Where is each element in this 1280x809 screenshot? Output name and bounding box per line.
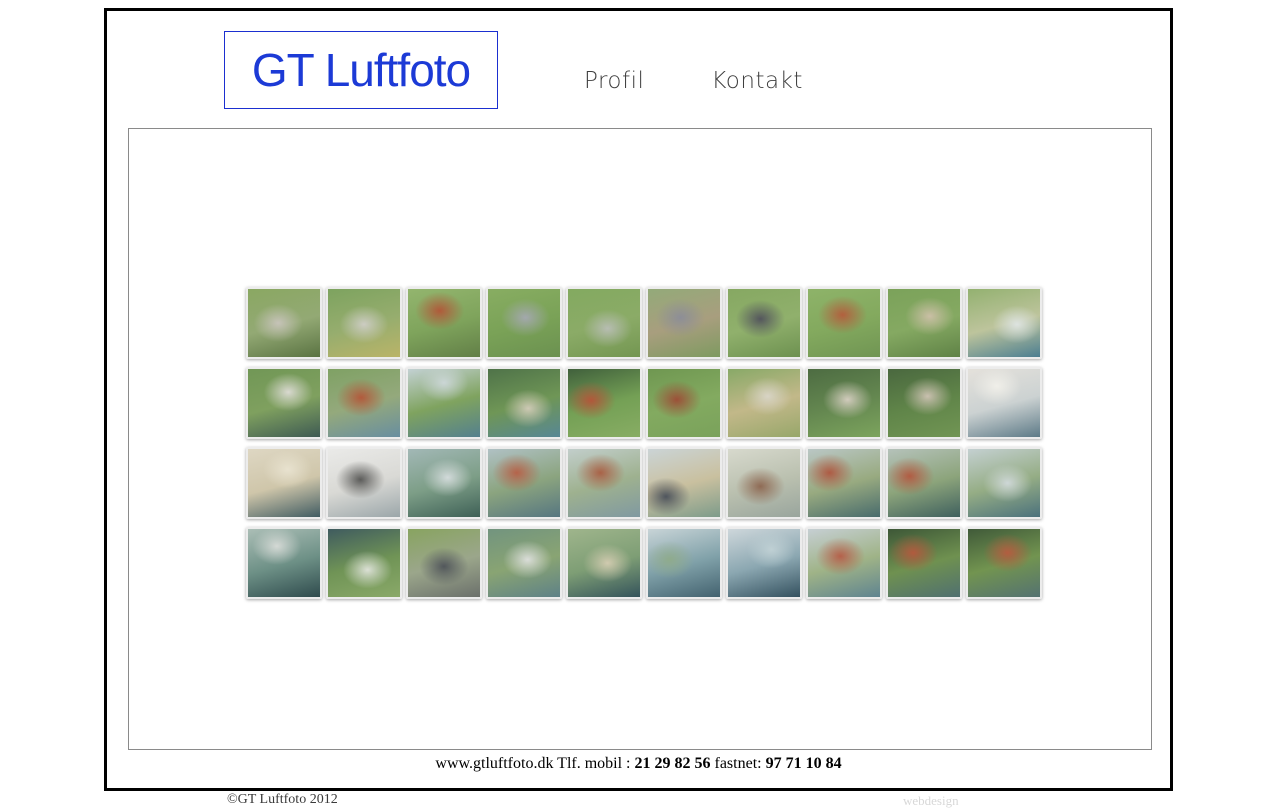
credit-link[interactable]: webdesign (903, 793, 959, 809)
gallery-thumbnail[interactable] (566, 287, 642, 359)
gallery-grid (246, 287, 1042, 599)
gallery-thumbnail[interactable] (726, 447, 802, 519)
gallery-thumbnail[interactable] (406, 527, 482, 599)
gallery-thumbnail[interactable] (726, 527, 802, 599)
gallery-thumbnail[interactable] (806, 287, 882, 359)
gallery-thumbnail[interactable] (566, 367, 642, 439)
gallery-thumbnail[interactable] (246, 287, 322, 359)
gallery-thumbnail[interactable] (246, 447, 322, 519)
footer-contact-line: www.gtluftfoto.dk Tlf. mobil : 21 29 82 … (107, 755, 1170, 773)
main-nav: Profil Kontakt (584, 68, 803, 94)
mobile-number: 21 29 82 56 (634, 755, 711, 772)
content-panel (128, 128, 1152, 750)
gallery-thumbnail[interactable] (486, 447, 562, 519)
fastnet-label: fastnet: (710, 755, 766, 772)
gallery-thumbnail[interactable] (646, 447, 722, 519)
gallery-thumbnail[interactable] (886, 287, 962, 359)
gallery-thumbnail[interactable] (646, 287, 722, 359)
gallery-thumbnail[interactable] (806, 367, 882, 439)
logo-box[interactable]: GT Luftfoto (224, 31, 498, 109)
gallery-thumbnail[interactable] (326, 527, 402, 599)
gallery-thumbnail[interactable] (886, 367, 962, 439)
gallery-thumbnail[interactable] (406, 287, 482, 359)
gallery-thumbnail[interactable] (566, 447, 642, 519)
gallery-thumbnail[interactable] (806, 447, 882, 519)
gallery-thumbnail[interactable] (406, 367, 482, 439)
gallery-thumbnail[interactable] (966, 447, 1042, 519)
gallery-thumbnail[interactable] (966, 287, 1042, 359)
gallery-thumbnail[interactable] (326, 367, 402, 439)
website-url: www.gtluftfoto.dk Tlf. mobil : (435, 755, 635, 772)
gallery-thumbnail[interactable] (566, 527, 642, 599)
gallery-thumbnail[interactable] (806, 527, 882, 599)
logo-text: GT Luftfoto (251, 44, 471, 96)
gallery-thumbnail[interactable] (646, 367, 722, 439)
gallery-thumbnail[interactable] (886, 447, 962, 519)
gallery-thumbnail[interactable] (966, 367, 1042, 439)
gallery-thumbnail[interactable] (326, 287, 402, 359)
gallery-thumbnail[interactable] (246, 367, 322, 439)
nav-link-profil[interactable]: Profil (584, 68, 644, 94)
gallery-thumbnail[interactable] (486, 367, 562, 439)
landline-number: 97 71 10 84 (765, 755, 842, 772)
gallery-thumbnail[interactable] (886, 527, 962, 599)
nav-link-kontakt[interactable]: Kontakt (711, 68, 803, 94)
gallery-thumbnail[interactable] (486, 287, 562, 359)
gallery-thumbnail[interactable] (726, 287, 802, 359)
page-container: GT Luftfoto Profil Kontakt www.gtluftfot… (104, 8, 1173, 791)
gallery-thumbnail[interactable] (246, 527, 322, 599)
gallery-thumbnail[interactable] (966, 527, 1042, 599)
gallery-thumbnail[interactable] (326, 447, 402, 519)
copyright-text: ©GT Luftfoto 2012 (227, 792, 338, 807)
gallery-thumbnail[interactable] (726, 367, 802, 439)
gallery-thumbnail[interactable] (646, 527, 722, 599)
gallery-thumbnail[interactable] (486, 527, 562, 599)
gallery-thumbnail[interactable] (406, 447, 482, 519)
